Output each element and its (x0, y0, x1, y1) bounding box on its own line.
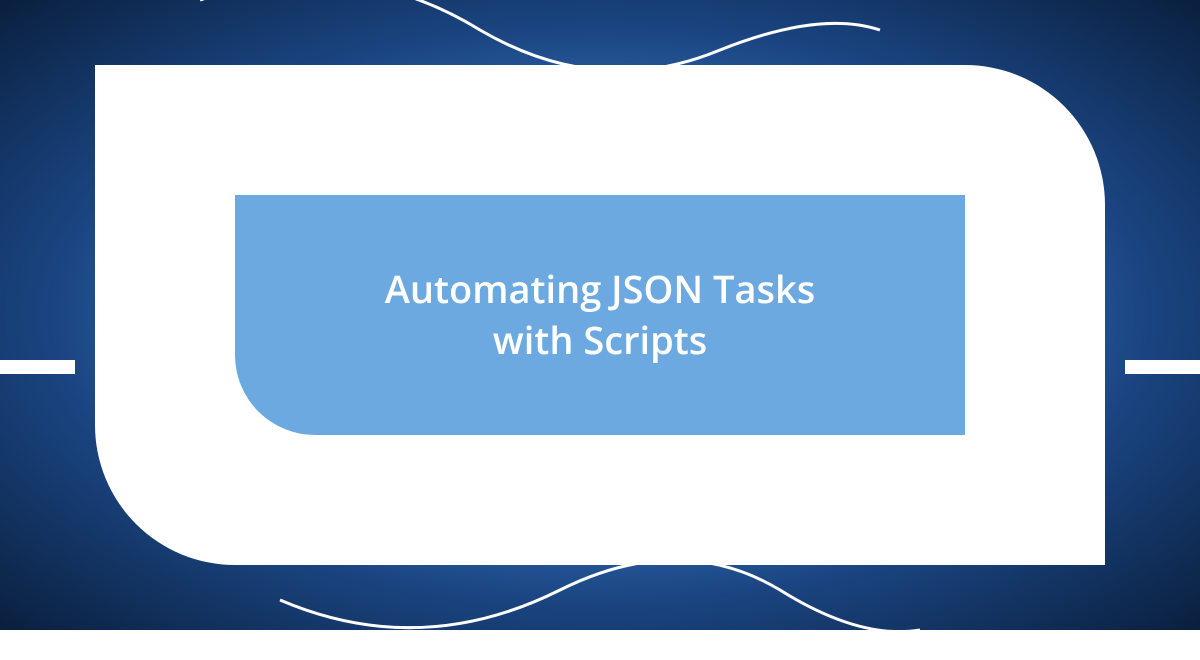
banner-title: Automating JSON Tasks with Scripts (345, 264, 856, 367)
inner-panel: Automating JSON Tasks with Scripts (235, 195, 965, 435)
title-line-2: with Scripts (493, 314, 708, 366)
title-line-1: Automating JSON Tasks (385, 263, 816, 315)
horizontal-accent-right (1125, 360, 1200, 374)
horizontal-accent-left (0, 360, 75, 374)
